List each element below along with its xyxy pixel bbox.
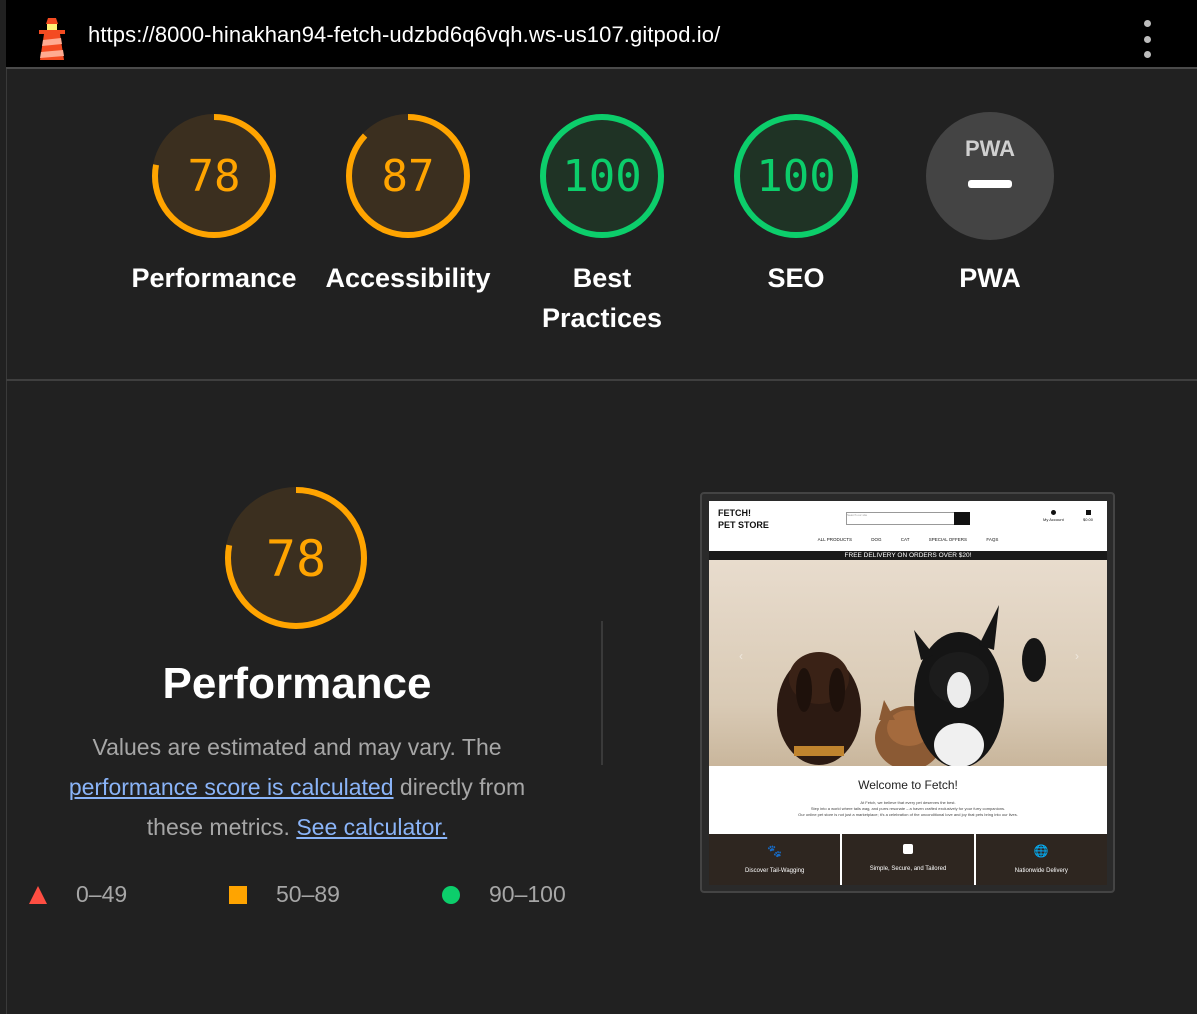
more-options-icon[interactable] — [1140, 20, 1154, 58]
site-nav: ALL PRODUCTS DOG CAT SPECIAL OFFERS FAQS — [709, 537, 1107, 542]
search-icon — [954, 512, 970, 525]
screenshot-page: FETCH! PET STORE Search our site My Acco… — [709, 501, 1107, 885]
nav-dog: DOG — [871, 537, 882, 542]
svg-text:‹: ‹ — [739, 649, 743, 663]
best-line1: Best — [572, 263, 632, 293]
best-line2: Practices — [541, 303, 663, 333]
intro-line3: Our online pet store is not just a marke… — [798, 812, 1018, 817]
gauge-accessibility-label: Accessibility — [325, 263, 491, 293]
gauge-best-practices-value: 100 — [562, 151, 641, 202]
gauge-pwa[interactable]: PWA PWA — [900, 111, 1080, 298]
nav-special-offers: SPECIAL OFFERS — [928, 537, 968, 542]
tile-label: Simple, Secure, and Tailored — [869, 866, 947, 872]
nav-cat: CAT — [900, 537, 910, 542]
welcome-intro: At Fetch, we believe that every pet dese… — [709, 800, 1107, 818]
site-logo: FETCH! PET STORE — [718, 507, 769, 531]
gauge-performance-value: 78 — [188, 151, 241, 202]
lighthouse-logo-icon — [39, 18, 65, 60]
gauge-best-practices[interactable]: 100 Best Practices — [512, 111, 692, 338]
legend-average-range: 50–89 — [276, 881, 340, 907]
desc-start: Values are estimated and may vary. The — [92, 734, 502, 760]
performance-description: Values are estimated and may vary. The p… — [40, 727, 554, 847]
hero-image: ‹ › — [709, 560, 1107, 766]
legend-pass: 90–100 — [441, 881, 566, 908]
gauge-seo-label: SEO — [767, 263, 825, 293]
square-icon — [229, 885, 247, 904]
divider — [601, 621, 603, 765]
tile-label: Nationwide Delivery — [1014, 868, 1068, 874]
performance-big-gauge: 78 — [225, 487, 367, 629]
legend-average: 50–89 — [228, 881, 340, 908]
nav-all-products: ALL PRODUCTS — [817, 537, 852, 542]
page-screenshot[interactable]: FETCH! PET STORE Search our site My Acco… — [700, 492, 1115, 893]
gauge-performance[interactable]: 78 Performance — [124, 111, 304, 298]
nav-faqs: FAQS — [986, 537, 999, 542]
legend-fail: 0–49 — [28, 881, 127, 908]
performance-detail: 78 Performance Values are estimated and … — [0, 381, 1197, 1014]
account-link: My Account — [1043, 510, 1064, 522]
report-topbar: https://8000-hinakhan94-fetch-udzbd6q6vq… — [6, 0, 1197, 69]
tile-label: Discover Tail-Wagging — [744, 868, 805, 874]
legend-fail-range: 0–49 — [76, 881, 128, 907]
gauge-pwa-label: PWA — [959, 263, 1021, 293]
delivery-banner: FREE DELIVERY ON ORDERS OVER $20! — [709, 551, 1107, 560]
see-calculator-link[interactable]: See calculator. — [296, 814, 447, 840]
paw-icon: 🐾 — [767, 844, 783, 858]
gauge-accessibility-value: 87 — [382, 151, 435, 202]
performance-title: Performance — [162, 659, 432, 708]
gauge-performance-label: Performance — [131, 263, 297, 293]
gauge-seo-value: 100 — [756, 151, 835, 202]
legend-pass-range: 90–100 — [489, 881, 566, 907]
site-header: FETCH! PET STORE Search our site My Acco… — [709, 501, 1107, 551]
circle-icon — [442, 885, 460, 904]
svg-text:›: › — [1075, 649, 1079, 663]
gauge-best-practices-label: Best Practices — [512, 258, 692, 338]
gauge-accessibility[interactable]: 87 Accessibility — [318, 111, 498, 298]
globe-icon: 🌐 — [1033, 844, 1049, 858]
account-label: My Account — [1043, 517, 1064, 522]
feature-tile: 🌐 Nationwide Delivery — [975, 834, 1107, 885]
welcome-heading: Welcome to Fetch! — [858, 778, 958, 792]
performance-big-value: 78 — [266, 530, 326, 588]
feature-tile: Simple, Secure, and Tailored — [842, 834, 974, 885]
performance-score-link[interactable]: performance score is calculated — [69, 774, 394, 800]
pwa-badge-icon: PWA — [965, 136, 1015, 161]
gauge-seo[interactable]: 100 SEO — [706, 111, 886, 298]
triangle-icon — [29, 885, 47, 904]
bag-icon — [902, 844, 913, 854]
dogs-photo-icon: ‹ › — [739, 605, 1079, 766]
feature-tile: 🐾 Discover Tail-Wagging — [709, 834, 841, 885]
basket-link: $0.00 — [1083, 510, 1093, 522]
report-url[interactable]: https://8000-hinakhan94-fetch-udzbd6q6vq… — [88, 22, 720, 48]
feature-tiles: 🐾 Discover Tail-Wagging Simple, Secure, … — [709, 834, 1107, 885]
score-summary: 78 Performance 87 Accessibility 100 Best… — [6, 69, 1197, 381]
basket-total: $0.00 — [1083, 517, 1094, 522]
logo-line1: FETCH! — [718, 508, 751, 518]
user-icon — [1050, 510, 1056, 515]
basket-icon — [1085, 510, 1091, 515]
site-search: Search our site — [846, 512, 956, 525]
logo-line2: PET STORE — [718, 520, 769, 530]
